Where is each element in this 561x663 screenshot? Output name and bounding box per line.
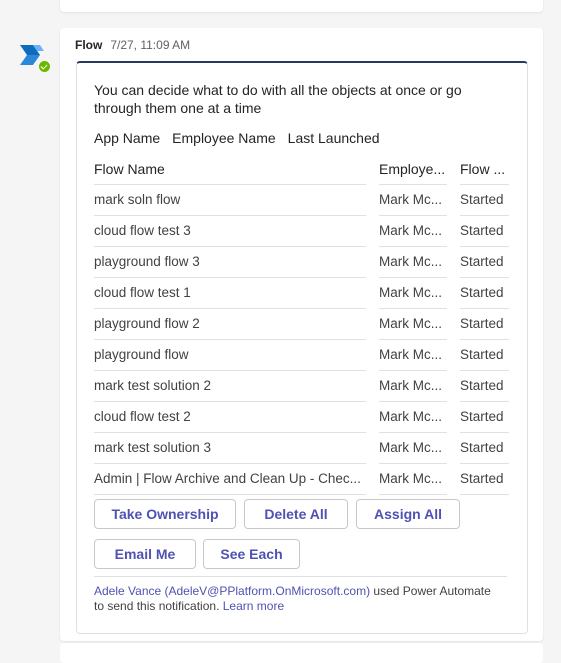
employee-cell: Mark Mc... [379, 340, 447, 371]
next-message-card [60, 643, 543, 663]
fact-app-name: App Name [94, 130, 161, 146]
employee-cell: Mark Mc... [379, 216, 447, 247]
presence-available-icon [37, 59, 52, 74]
flows-table: Flow Name Employe... Flow ... mark soln … [94, 154, 509, 495]
flow-name-cell: mark soln flow [94, 185, 366, 216]
column-header-flow-status: Flow ... [460, 154, 509, 185]
message-timestamp: 7/27, 11:09 AM [110, 38, 191, 52]
previous-message-card [60, 0, 543, 12]
see-each-button[interactable]: See Each [203, 539, 300, 569]
status-cell: Started [460, 216, 509, 247]
fact-last-launched: Last Launched [287, 130, 380, 146]
table-row: playground flow Mark Mc... Started [94, 340, 509, 371]
employee-cell: Mark Mc... [379, 464, 447, 495]
email-me-button[interactable]: Email Me [94, 539, 196, 569]
status-cell: Started [460, 402, 509, 433]
footer-divider [94, 576, 507, 577]
sender-name[interactable]: Flow [75, 38, 102, 52]
status-cell: Started [460, 340, 509, 371]
table-row: mark soln flow Mark Mc... Started [94, 185, 509, 216]
learn-more-link[interactable]: Learn more [223, 599, 284, 613]
status-cell: Started [460, 278, 509, 309]
adaptive-card: You can decide what to do with all the o… [76, 61, 528, 634]
employee-cell: Mark Mc... [379, 402, 447, 433]
flow-name-cell: mark test solution 2 [94, 371, 366, 402]
take-ownership-button[interactable]: Take Ownership [94, 499, 236, 529]
user-link[interactable]: Adele Vance (AdeleV@PPlatform.OnMicrosof… [94, 584, 370, 598]
status-cell: Started [460, 433, 509, 464]
flow-name-cell: cloud flow test 3 [94, 216, 366, 247]
employee-cell: Mark Mc... [379, 185, 447, 216]
status-cell: Started [460, 247, 509, 278]
table-row: mark test solution 2 Mark Mc... Started [94, 371, 509, 402]
table-row: Admin | Flow Archive and Clean Up - Chec… [94, 464, 509, 495]
employee-cell: Mark Mc... [379, 433, 447, 464]
fact-labels: App Name Employee Name Last Launched [94, 130, 392, 146]
table-row: playground flow 2 Mark Mc... Started [94, 309, 509, 340]
status-cell: Started [460, 464, 509, 495]
flow-name-cell: cloud flow test 2 [94, 402, 366, 433]
flow-name-cell: playground flow 3 [94, 247, 366, 278]
assign-all-button[interactable]: Assign All [356, 499, 460, 529]
column-header-employee: Employe... [379, 154, 447, 185]
fact-employee-name: Employee Name [172, 130, 276, 146]
status-cell: Started [460, 371, 509, 402]
table-row: playground flow 3 Mark Mc... Started [94, 247, 509, 278]
flow-name-cell: Admin | Flow Archive and Clean Up - Chec… [94, 464, 366, 495]
table-header-row: Flow Name Employe... Flow ... [94, 154, 509, 185]
employee-cell: Mark Mc... [379, 371, 447, 402]
status-cell: Started [460, 185, 509, 216]
employee-cell: Mark Mc... [379, 278, 447, 309]
bot-message: Flow 7/27, 11:09 AM You can decide what t… [60, 28, 543, 641]
status-cell: Started [460, 309, 509, 340]
employee-cell: Mark Mc... [379, 309, 447, 340]
card-footer: Adele Vance (AdeleV@PPlatform.OnMicrosof… [94, 584, 504, 614]
message-header: Flow 7/27, 11:09 AM [75, 38, 190, 52]
delete-all-button[interactable]: Delete All [244, 499, 348, 529]
employee-cell: Mark Mc... [379, 247, 447, 278]
table-row: mark test solution 3 Mark Mc... Started [94, 433, 509, 464]
card-intro-text: You can decide what to do with all the o… [94, 82, 462, 116]
column-header-flow-name: Flow Name [94, 154, 366, 185]
table-row: cloud flow test 3 Mark Mc... Started [94, 216, 509, 247]
table-row: cloud flow test 1 Mark Mc... Started [94, 278, 509, 309]
flow-name-cell: playground flow 2 [94, 309, 366, 340]
flow-name-cell: playground flow [94, 340, 366, 371]
table-row: cloud flow test 2 Mark Mc... Started [94, 402, 509, 433]
flow-name-cell: cloud flow test 1 [94, 278, 366, 309]
flow-name-cell: mark test solution 3 [94, 433, 366, 464]
